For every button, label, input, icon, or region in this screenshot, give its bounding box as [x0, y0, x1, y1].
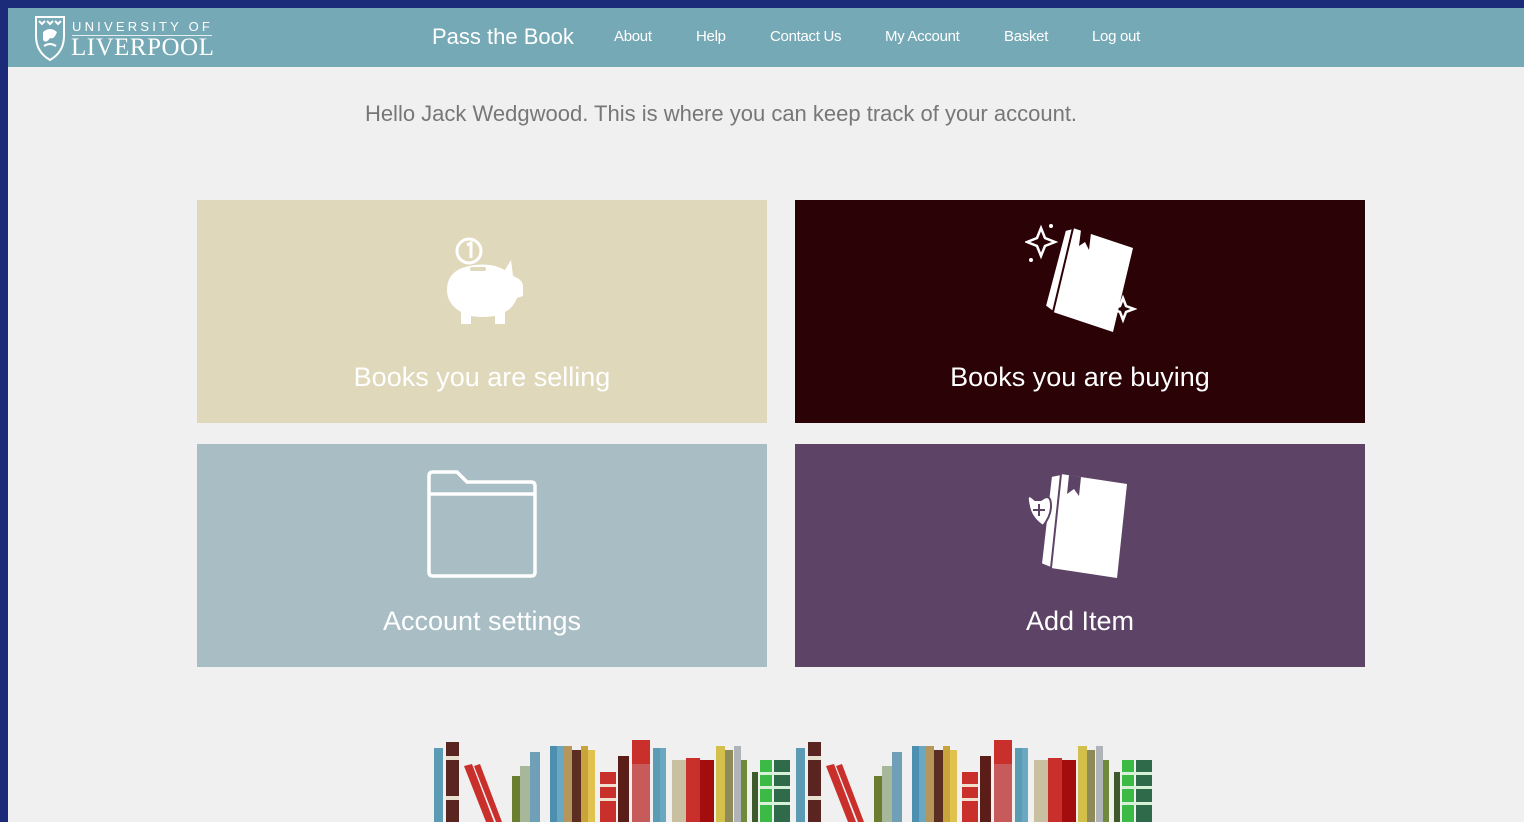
logo-line-2: LIVERPOOL [71, 34, 215, 61]
nav-about[interactable]: About [614, 28, 652, 45]
tile-books-buying[interactable]: Books you are buying [795, 200, 1365, 423]
nav-basket[interactable]: Basket [1004, 28, 1048, 45]
folder-icon [427, 470, 537, 578]
tile-account-settings[interactable]: Account settings [197, 444, 767, 667]
nav-my-account[interactable]: My Account [885, 28, 960, 45]
university-logo[interactable]: UNIVERSITY OF LIVERPOOL [34, 12, 224, 64]
tile-selling-label: Books you are selling [353, 362, 611, 392]
page-frame: UNIVERSITY OF LIVERPOOL Pass the Book Ab… [8, 8, 1524, 822]
brand-link[interactable]: Pass the Book [432, 24, 574, 50]
nav-log-out[interactable]: Log out [1092, 28, 1140, 45]
bookshelf-illustration [434, 740, 1152, 822]
logo-line-1: UNIVERSITY OF [72, 19, 214, 34]
nav-contact-us[interactable]: Contact Us [770, 28, 842, 45]
tile-buying-label: Books you are buying [950, 362, 1210, 392]
nav-help[interactable]: Help [696, 28, 726, 45]
tile-settings-label: Account settings [382, 606, 582, 636]
greeting-text: Hello Jack Wedgwood. This is where you c… [364, 101, 1078, 126]
piggy-bank-icon [447, 237, 523, 324]
tile-add-item-label: Add Item [1025, 606, 1135, 636]
sparkle-book-icon [1025, 224, 1137, 332]
crest-icon [35, 16, 65, 62]
add-book-icon [1026, 472, 1127, 578]
tile-books-selling[interactable]: Books you are selling [197, 200, 767, 423]
tile-add-item[interactable]: Add Item [795, 444, 1365, 667]
top-navbar: UNIVERSITY OF LIVERPOOL Pass the Book Ab… [8, 8, 1524, 67]
